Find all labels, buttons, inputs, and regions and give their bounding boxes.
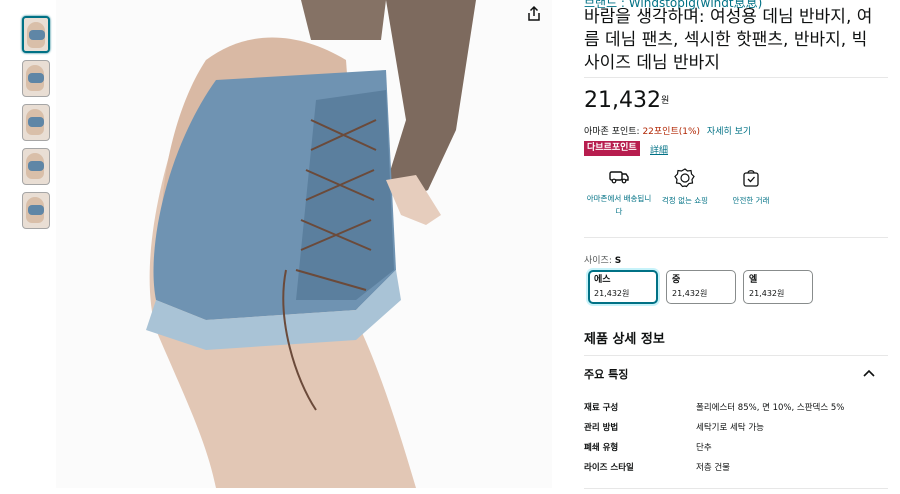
badge-check-icon — [674, 168, 695, 188]
points-badge: 다브르포인트 — [584, 141, 640, 156]
points-detail-link[interactable]: 자세히 보기 — [707, 127, 751, 137]
points-value: 22포인트(1%) — [642, 127, 701, 137]
divider — [584, 77, 888, 78]
delivery-truck-icon — [609, 171, 629, 184]
spec-key: 재료 구성 — [584, 403, 619, 413]
size-selection-label: 사이즈: S — [584, 256, 622, 266]
main-product-image[interactable] — [56, 0, 552, 488]
points-label: 아마존 포인트: — [584, 127, 640, 137]
divider — [584, 488, 888, 489]
size-option-name: 엘 — [749, 275, 758, 285]
feature-worry-free[interactable]: 걱정 없는 쇼핑 — [650, 168, 720, 207]
spec-value: 단추 — [696, 443, 712, 453]
thumbnail-1[interactable] — [22, 16, 50, 53]
size-option-price: 21,432원 — [594, 289, 630, 298]
size-selected-value: S — [614, 256, 622, 266]
spec-value: 세탁기로 세탁 가능 — [696, 423, 764, 433]
spec-value: 폴리에스터 85%, 면 10%, 스판덱스 5% — [696, 403, 845, 413]
chevron-up-icon[interactable] — [863, 369, 875, 377]
thumbnail-2[interactable] — [22, 60, 50, 97]
size-option-name: 에스 — [594, 275, 611, 285]
size-option-s[interactable]: 에스 21,432원 — [588, 270, 658, 304]
spec-key: 폐쇄 유형 — [584, 443, 619, 453]
thumbnail-4[interactable] — [22, 148, 50, 185]
feature-shipped-by-amazon[interactable]: 아마존에서 배송됩니다 — [584, 168, 654, 218]
price-value: 21,432 — [584, 88, 661, 113]
key-features-header[interactable]: 주요 특징 — [584, 366, 628, 382]
divider — [584, 355, 888, 356]
size-option-name: 중 — [672, 275, 681, 285]
thumbnail-strip — [22, 16, 52, 236]
feature-label: 걱정 없는 쇼핑 — [661, 196, 709, 205]
feature-label: 안전한 거래 — [732, 196, 770, 205]
share-icon[interactable] — [525, 5, 543, 23]
product-title: 바람을 생각하며: 여성용 데님 반바지, 여름 데님 팬츠, 섹시한 핫팬츠,… — [584, 7, 873, 73]
thumbnail-3[interactable] — [22, 104, 50, 141]
feature-secure-transaction[interactable]: 안전한 거래 — [716, 168, 786, 207]
size-option-price: 21,432원 — [749, 289, 785, 298]
size-option-m[interactable]: 중 21,432원 — [666, 270, 736, 304]
spec-key: 라이즈 스타일 — [584, 463, 634, 473]
price-unit: 원 — [661, 96, 670, 106]
spec-key: 관리 방법 — [584, 423, 619, 433]
amazon-points: 아마존 포인트: 22포인트(1%) 자세히 보기 — [584, 124, 751, 137]
secure-bag-icon — [743, 170, 759, 187]
spec-value: 저층 건물 — [696, 463, 730, 473]
thumbnail-5[interactable] — [22, 192, 50, 229]
size-option-price: 21,432원 — [672, 289, 708, 298]
badge-detail-link[interactable]: 詳細 — [650, 143, 668, 156]
size-option-l[interactable]: 엘 21,432원 — [743, 270, 813, 304]
divider — [584, 237, 888, 238]
feature-label: 아마존에서 배송됩니다 — [586, 194, 652, 216]
product-details-title: 제품 상세 정보 — [584, 332, 665, 347]
product-photo — [146, 0, 476, 488]
